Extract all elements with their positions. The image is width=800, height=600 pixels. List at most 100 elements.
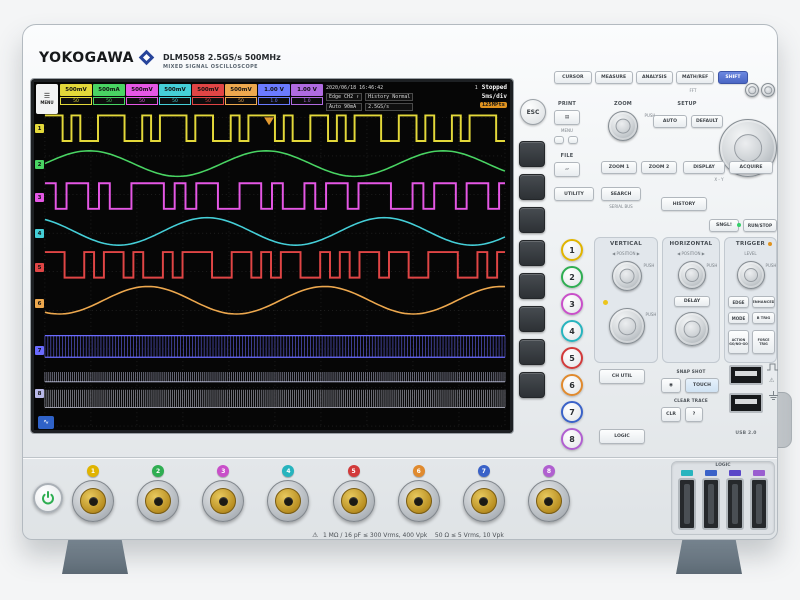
fft-label: FFT bbox=[689, 88, 697, 93]
softkey-button[interactable] bbox=[519, 306, 545, 332]
channel-button-3[interactable]: 3 bbox=[561, 293, 583, 315]
logic-port-1 bbox=[678, 470, 696, 530]
panel-button-measure[interactable]: MEASURE bbox=[594, 71, 633, 84]
logic-port-pins bbox=[684, 484, 690, 524]
screen[interactable]: ☰ MENU 500mV 50 500mA 50 500mV 50 500mV 50 500mV… bbox=[30, 78, 514, 434]
vertical-active-led bbox=[603, 300, 608, 305]
channel-info[interactable]: 500mV 50 bbox=[159, 84, 191, 105]
bnc-outer-ring bbox=[72, 480, 114, 522]
edge-button[interactable]: EDGE bbox=[728, 296, 749, 308]
horizontal-position-knob[interactable] bbox=[678, 261, 706, 289]
power-button[interactable] bbox=[33, 483, 63, 513]
bnc-center-hole bbox=[349, 496, 359, 506]
logic-port-tab bbox=[729, 470, 741, 476]
intensity-knob-2[interactable] bbox=[761, 83, 775, 97]
channel-info[interactable]: 500mV 50 bbox=[60, 84, 92, 105]
channel-button-7[interactable]: 7 bbox=[561, 401, 583, 423]
bnc-connector-2: 2 bbox=[136, 465, 180, 522]
channel-info[interactable]: 1.00 V 1.0 bbox=[291, 84, 323, 105]
trace-marker-2: 2 bbox=[35, 160, 44, 169]
enhanced-button[interactable]: ENHANCED bbox=[752, 296, 775, 308]
zoom1-button[interactable]: ZOOM 1 bbox=[601, 161, 637, 174]
snap-shot-button[interactable]: ◉ bbox=[661, 378, 681, 393]
panel-button-math-ref[interactable]: MATH/REF bbox=[676, 71, 714, 84]
trigger-level-knob[interactable] bbox=[737, 261, 765, 289]
channel-button-column: 1 2 3 4 5 6 7 8 bbox=[561, 239, 583, 450]
mode-button[interactable]: MODE bbox=[728, 312, 749, 324]
help-button[interactable]: ? bbox=[685, 407, 703, 422]
vertical-scale-knob[interactable] bbox=[609, 308, 645, 344]
clr-button[interactable]: CLR bbox=[661, 407, 681, 422]
display-button[interactable]: DISPLAY bbox=[683, 161, 725, 174]
channel-tag: 8 bbox=[542, 465, 555, 477]
ch-util-button[interactable]: CH UTIL bbox=[599, 369, 645, 384]
softkey-button[interactable] bbox=[519, 240, 545, 266]
status-state: Stopped bbox=[481, 84, 507, 91]
softkey-button[interactable] bbox=[519, 372, 545, 398]
screen-menu-button[interactable]: ☰ MENU bbox=[36, 84, 58, 114]
channel-scale-value: 500mV bbox=[192, 84, 224, 96]
softkey-button[interactable] bbox=[519, 141, 545, 167]
vertical-position-knob[interactable] bbox=[612, 261, 642, 291]
trigger-level-label: LEVEL bbox=[744, 251, 757, 256]
logic-button[interactable]: LOGIC bbox=[599, 429, 645, 444]
snap-shot-label: SNAP SHOT bbox=[676, 369, 706, 374]
zoom-knob[interactable] bbox=[608, 111, 638, 141]
trigger-push-hint: PUSH bbox=[765, 263, 777, 268]
screen-corner-icon[interactable]: ∿ bbox=[38, 416, 54, 429]
model-number: DLM5058 bbox=[163, 53, 205, 62]
bnc-connector-3: 3 bbox=[201, 465, 245, 522]
acquire-button[interactable]: ACQUIRE bbox=[729, 161, 773, 174]
delay-button[interactable]: DELAY bbox=[674, 296, 710, 307]
b-trig-button[interactable]: B TRIG bbox=[752, 312, 775, 324]
power-icon bbox=[42, 491, 54, 505]
bnc-inner-ring bbox=[340, 488, 367, 514]
channel-button-5[interactable]: 5 bbox=[561, 347, 583, 369]
default-button[interactable]: DEFAULT bbox=[691, 115, 723, 128]
panel-button-analysis[interactable]: ANALYSIS bbox=[635, 71, 674, 84]
file-label: FILE bbox=[560, 153, 574, 159]
trace-marker-4: 4 bbox=[35, 229, 44, 238]
bnc-outer-ring bbox=[462, 480, 505, 522]
panel-button-cursor[interactable]: CURSOR bbox=[554, 71, 592, 84]
softkey-button[interactable] bbox=[519, 207, 545, 233]
channel-button-8[interactable]: 8 bbox=[561, 428, 583, 450]
channel-info[interactable]: 1.00 V 1.0 bbox=[258, 84, 290, 105]
bnc-outer-ring bbox=[397, 480, 440, 522]
zoom2-button[interactable]: ZOOM 2 bbox=[641, 161, 677, 174]
history-button[interactable]: HISTORY bbox=[661, 197, 707, 211]
channel-info[interactable]: 500mA 50 bbox=[93, 84, 125, 105]
softkey-button[interactable] bbox=[519, 273, 545, 299]
screen-menu-label: MENU bbox=[40, 100, 54, 105]
shift-button[interactable]: SHIFT bbox=[718, 71, 748, 84]
channel-info[interactable]: 500mV 50 bbox=[126, 84, 158, 105]
search-button[interactable]: SEARCH bbox=[601, 187, 641, 201]
touch-button[interactable]: TOUCH bbox=[685, 378, 719, 393]
esc-button[interactable]: ESC bbox=[520, 99, 546, 125]
channel-button-1[interactable]: 1 bbox=[561, 239, 583, 261]
force-trig-button[interactable]: FORCE TRIG bbox=[752, 330, 775, 354]
trigger-group: TRIGGER LEVEL PUSH EDGE ENHANCED MODE B … bbox=[724, 237, 777, 363]
channel-button-4[interactable]: 4 bbox=[561, 320, 583, 342]
file-button[interactable]: ▱ bbox=[554, 162, 580, 177]
channel-info[interactable]: 500mV 50 bbox=[192, 84, 224, 105]
print-button[interactable]: ▤ bbox=[554, 110, 580, 125]
trace-marker-1: 1 bbox=[35, 124, 44, 133]
time-div-knob[interactable] bbox=[675, 312, 709, 346]
action-gonogo-button[interactable]: ACTION GO/NO-GO bbox=[728, 330, 749, 354]
auto-button[interactable]: AUTO bbox=[653, 115, 687, 128]
run-stop-button[interactable]: RUN/STOP bbox=[743, 219, 777, 232]
history-mode: Normal bbox=[392, 94, 411, 100]
channel-tag: 4 bbox=[282, 465, 295, 477]
channel-scale-value: 500mV bbox=[225, 84, 257, 96]
trigger-led bbox=[768, 242, 772, 246]
channel-button-6[interactable]: 6 bbox=[561, 374, 583, 396]
softkey-button[interactable] bbox=[519, 339, 545, 365]
intensity-knob-1[interactable] bbox=[745, 83, 759, 97]
single-button[interactable]: SNGL! bbox=[709, 219, 739, 232]
channel-button-2[interactable]: 2 bbox=[561, 266, 583, 288]
channel-info[interactable]: 500mV 50 bbox=[225, 84, 257, 105]
softkey-button[interactable] bbox=[519, 174, 545, 200]
channel-scale-value: 1.00 V bbox=[291, 84, 323, 96]
utility-button[interactable]: UTILITY bbox=[554, 187, 594, 201]
